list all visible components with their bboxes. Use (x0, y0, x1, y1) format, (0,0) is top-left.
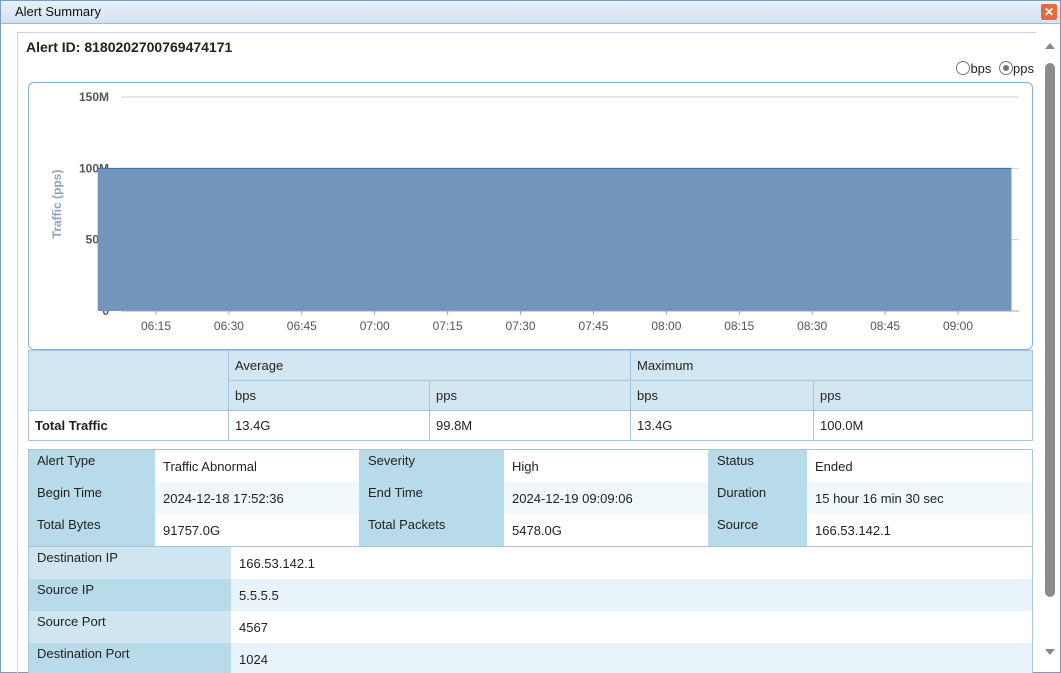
alert-id-label: Alert ID: (26, 39, 81, 55)
radio-bps-label[interactable]: bps (970, 61, 991, 76)
max-pps-header: pps (813, 380, 1033, 411)
y-tick-label: 150M (79, 90, 109, 104)
info-label: Total Packets (359, 514, 504, 547)
scroll-up-icon[interactable] (1045, 43, 1055, 49)
radio-pps-label[interactable]: pps (1013, 61, 1034, 76)
avg-bps-value: 13.4G (228, 410, 430, 441)
x-tick-label: 08:30 (797, 319, 827, 333)
info-value: High (504, 449, 709, 482)
info-label: End Time (359, 482, 504, 514)
ip-value: 166.53.142.1 (239, 555, 315, 571)
traffic-table: Average Maximum bps pps bps pps Total Tr… (28, 350, 1033, 441)
unit-selector: bps pps (952, 61, 1034, 76)
scroll-down-icon[interactable] (1045, 649, 1055, 655)
ip-table: Destination IP 166.53.142.1 Source IP 5.5.… (28, 546, 1033, 673)
max-bps-header: bps (630, 380, 814, 411)
radio-pps[interactable] (999, 61, 1014, 75)
x-tick-label: 07:15 (433, 319, 463, 333)
info-value: 2024-12-18 17:52:36 (155, 482, 360, 514)
x-tick-label: 08:00 (651, 319, 681, 333)
close-icon[interactable]: ✕ (1041, 4, 1057, 20)
content-panel: Alert ID: 8180202700769474171 bps pps 05… (17, 32, 1036, 673)
avg-pps-header: pps (429, 380, 631, 411)
x-tick-label: 08:45 (870, 319, 900, 333)
avg-pps-value: 99.8M (429, 410, 631, 441)
x-tick-label: 06:15 (141, 319, 171, 333)
info-label: Alert Type (28, 449, 155, 482)
traffic-area (97, 168, 1012, 311)
ip-value: 4567 (239, 619, 268, 635)
traffic-corner-cell (28, 350, 229, 411)
alert-id-value: 8180202700769474171 (84, 39, 233, 55)
radio-bps[interactable] (956, 61, 971, 75)
avg-bps-header: bps (228, 380, 430, 411)
max-bps-value: 13.4G (630, 410, 814, 441)
info-value: 2024-12-19 09:09:06 (504, 482, 709, 514)
info-value: 166.53.142.1 (807, 514, 1033, 547)
x-tick-label: 07:45 (578, 319, 608, 333)
x-tick-label: 07:30 (506, 319, 536, 333)
alert-summary-window: Alert Summary ✕ Alert ID: 81802027007694… (0, 0, 1061, 673)
info-label: Total Bytes (28, 514, 155, 547)
info-label: Status (708, 449, 807, 482)
scroll-thumb[interactable] (1045, 63, 1055, 597)
maximum-header: Maximum (630, 350, 1033, 381)
alert-info-table: Alert Type Traffic Abnormal Severity Hig… (28, 449, 1033, 547)
ip-label: Destination IP (28, 546, 231, 579)
total-traffic-label: Total Traffic (28, 410, 229, 441)
title-bar: Alert Summary ✕ (1, 1, 1060, 24)
window-title: Alert Summary (15, 4, 101, 19)
x-tick-label: 09:00 (943, 319, 973, 333)
info-value: 5478.0G (504, 514, 709, 547)
ip-value: 5.5.5.5 (231, 579, 1033, 611)
vertical-scrollbar[interactable] (1042, 33, 1058, 665)
y-axis-label: Traffic (pps) (50, 170, 64, 239)
ip-label: Source Port (28, 611, 231, 643)
x-tick-label: 07:00 (360, 319, 390, 333)
info-label: Duration (708, 482, 807, 514)
chart-svg: 050M100M150M06:1506:3006:4507:0007:1507:… (50, 90, 1019, 333)
ip-label: Destination Port (28, 643, 231, 673)
info-label: Severity (359, 449, 504, 482)
traffic-chart: 050M100M150M06:1506:3006:4507:0007:1507:… (28, 82, 1033, 350)
x-tick-label: 06:30 (214, 319, 244, 333)
info-label: Source (708, 514, 807, 547)
alert-id: Alert ID: 8180202700769474171 (26, 39, 232, 55)
info-label: Begin Time (28, 482, 155, 514)
info-value: 15 hour 16 min 30 sec (807, 482, 1033, 514)
ip-value: 1024 (231, 643, 1033, 673)
info-value: 91757.0G (155, 514, 360, 547)
ip-label: Source IP (28, 579, 231, 611)
x-tick-label: 06:45 (287, 319, 317, 333)
info-value: Ended (807, 449, 1033, 482)
info-value: Traffic Abnormal (155, 449, 360, 482)
x-tick-label: 08:15 (724, 319, 754, 333)
max-pps-value: 100.0M (813, 410, 1033, 441)
average-header: Average (228, 350, 631, 381)
